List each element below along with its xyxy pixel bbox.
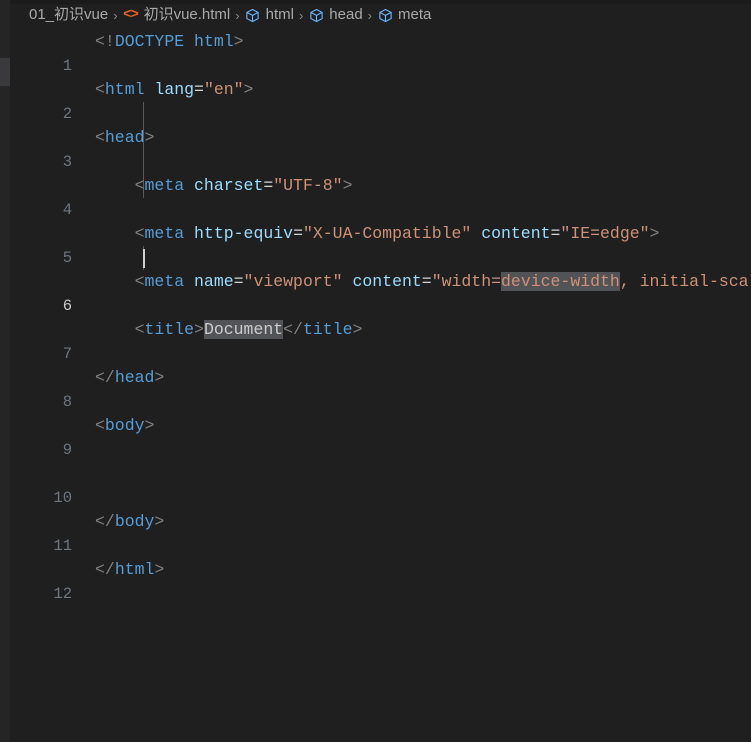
breadcrumb-separator: › — [298, 7, 304, 23]
breadcrumb-item-html[interactable]: html — [245, 5, 294, 25]
code-line-text: <head> — [95, 128, 155, 147]
symbol-cube-icon — [377, 7, 393, 23]
code-line[interactable]: 7 <title>Document</title> — [10, 318, 751, 363]
breadcrumb-separator: › — [113, 7, 118, 23]
code-line-text: <meta http-equiv="X-UA-Compatible" conte… — [134, 224, 660, 243]
line-number-active: 6 — [62, 297, 72, 315]
code-line-text: <title>Document</title> — [134, 320, 363, 339]
line-number: 10 — [53, 489, 72, 507]
code-line[interactable]: 2 <html lang="en"> — [10, 78, 751, 123]
text-cursor — [143, 249, 145, 268]
line-number: 1 — [62, 57, 72, 75]
code-line-text: </html> — [95, 560, 165, 579]
code-line[interactable]: 3 <head> — [10, 126, 751, 171]
code-line-text: <body> — [95, 416, 155, 435]
breadcrumb: 01_初识vue › <> 初识vue.html › html › head ›… — [10, 0, 751, 30]
breadcrumb-item-folder[interactable]: 01_初识vue — [29, 5, 108, 25]
line-number: 11 — [53, 537, 72, 555]
line-number: 2 — [62, 105, 72, 123]
line-number: 7 — [62, 345, 72, 363]
line-number: 5 — [62, 249, 72, 267]
code-line-text: <meta name="viewport" content="width=dev… — [134, 272, 751, 291]
left-edge-scroll-strip[interactable] — [0, 0, 10, 742]
left-strip-scroll-handle[interactable] — [0, 58, 10, 86]
editor-top-band — [10, 0, 751, 4]
breadcrumb-separator: › — [235, 7, 240, 23]
breadcrumb-separator: › — [367, 7, 373, 23]
code-line[interactable]: 10 — [10, 462, 751, 507]
line-number: 8 — [62, 393, 72, 411]
code-line[interactable]: 6 <meta name="viewport" content="width=d… — [10, 270, 751, 315]
symbol-cube-icon — [308, 7, 324, 23]
symbol-cube-icon — [245, 7, 261, 23]
line-number: 12 — [53, 585, 72, 603]
code-line[interactable]: 4 <meta charset="UTF-8"> — [10, 174, 751, 219]
breadcrumb-label-folder: 01_初识vue — [29, 6, 109, 23]
editor-shell: 01_初识vue › <> 初识vue.html › html › head ›… — [10, 0, 751, 742]
code-line-text: <meta charset="UTF-8"> — [134, 176, 353, 195]
line-number: 3 — [62, 153, 72, 171]
line-number: 9 — [62, 441, 72, 459]
code-line-text: </body> — [95, 512, 165, 531]
breadcrumb-item-meta[interactable]: meta — [377, 5, 431, 25]
code-line[interactable]: 5 <meta http-equiv="X-UA-Compatible" con… — [10, 222, 751, 267]
html-file-icon: <> — [123, 7, 139, 23]
breadcrumb-label-head: head — [329, 6, 363, 23]
code-editor-content[interactable]: 1 <!DOCTYPE html> 2 <html lang="en"> 3 <… — [10, 30, 751, 742]
word-highlight-device-width: device-width — [501, 272, 620, 291]
code-line-text: <!DOCTYPE html> — [95, 32, 244, 51]
code-line[interactable]: 8 </head> — [10, 366, 751, 411]
breadcrumb-label-meta: meta — [398, 6, 432, 23]
code-line[interactable]: 11 </body> — [10, 510, 751, 555]
breadcrumb-item-file[interactable]: <> 初识vue.html — [123, 5, 231, 25]
code-line-text: <html lang="en"> — [95, 80, 254, 99]
code-line[interactable]: 9 <body> — [10, 414, 751, 459]
breadcrumb-item-head[interactable]: head — [308, 5, 363, 25]
breadcrumb-label-html: html — [265, 6, 294, 23]
code-line[interactable]: 12 </html> — [10, 558, 751, 603]
code-line[interactable]: 1 <!DOCTYPE html> — [10, 30, 751, 75]
line-number: 4 — [62, 201, 72, 219]
breadcrumb-label-file: 初识vue.html — [143, 6, 231, 23]
word-highlight-document: Document — [203, 320, 284, 339]
code-line-text: </head> — [95, 368, 165, 387]
